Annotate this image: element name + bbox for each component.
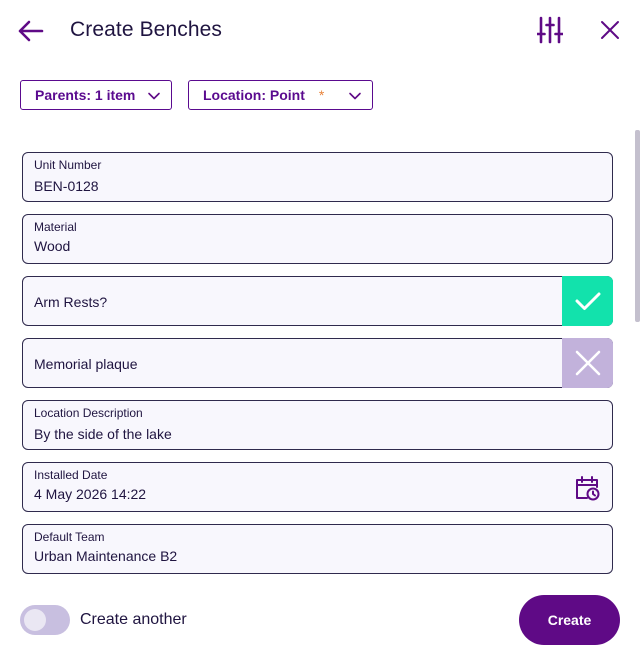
material-field[interactable]: Material Wood	[22, 214, 613, 264]
create-another-switch[interactable]	[20, 605, 70, 635]
close-icon	[601, 21, 619, 39]
filter-button[interactable]	[534, 14, 566, 46]
required-marker: *	[318, 87, 325, 103]
installed-date-field[interactable]: Installed Date 4 May 2026 14:22	[22, 462, 613, 512]
arm-rests-label: Arm Rests?	[34, 294, 108, 310]
memorial-plaque-toggle-field[interactable]: Memorial plaque	[22, 338, 613, 388]
installed-date-label: Installed Date	[34, 468, 108, 482]
sliders-icon	[537, 16, 563, 44]
unit-number-label: Unit Number	[34, 158, 102, 172]
location-chip[interactable]: Location: Point *	[188, 80, 373, 110]
default-team-label: Default Team	[34, 530, 105, 544]
calendar-clock-icon	[576, 476, 600, 501]
unit-number-value[interactable]: BEN-0128	[34, 178, 99, 194]
parents-chip-label: Parents: 1 item	[35, 87, 136, 103]
back-button[interactable]	[14, 16, 46, 46]
create-another-label: Create another	[80, 611, 187, 628]
memorial-plaque-no-toggle[interactable]	[562, 338, 613, 388]
arm-rests-yes-toggle[interactable]	[562, 276, 613, 326]
switch-knob	[24, 609, 46, 631]
installed-date-value[interactable]: 4 May 2026 14:22	[34, 486, 146, 502]
page-title: Create Benches	[70, 18, 222, 41]
close-button[interactable]	[596, 16, 624, 44]
unit-number-field[interactable]: Unit Number BEN-0128	[22, 152, 613, 202]
arm-rests-toggle-field[interactable]: Arm Rests?	[22, 276, 613, 326]
date-picker-button[interactable]	[574, 475, 600, 501]
scrollbar-thumb[interactable]	[635, 130, 640, 322]
default-team-value[interactable]: Urban Maintenance B2	[34, 548, 177, 564]
chevron-down-icon	[148, 92, 160, 100]
material-label: Material	[34, 220, 77, 234]
material-value[interactable]: Wood	[34, 238, 70, 254]
x-icon	[575, 350, 600, 376]
default-team-field[interactable]: Default Team Urban Maintenance B2	[22, 524, 613, 574]
location-description-label: Location Description	[34, 406, 143, 420]
memorial-plaque-label: Memorial plaque	[34, 356, 138, 372]
dialog-header: Create Benches	[0, 0, 640, 62]
arrow-left-icon	[18, 20, 44, 42]
checkmark-icon	[575, 292, 600, 310]
parents-chip[interactable]: Parents: 1 item	[20, 80, 172, 110]
location-chip-label: Location: Point	[203, 87, 305, 103]
create-button[interactable]: Create	[519, 595, 620, 645]
location-description-field[interactable]: Location Description By the side of the …	[22, 400, 613, 450]
chevron-down-icon	[349, 92, 361, 100]
location-description-value[interactable]: By the side of the lake	[34, 426, 172, 442]
